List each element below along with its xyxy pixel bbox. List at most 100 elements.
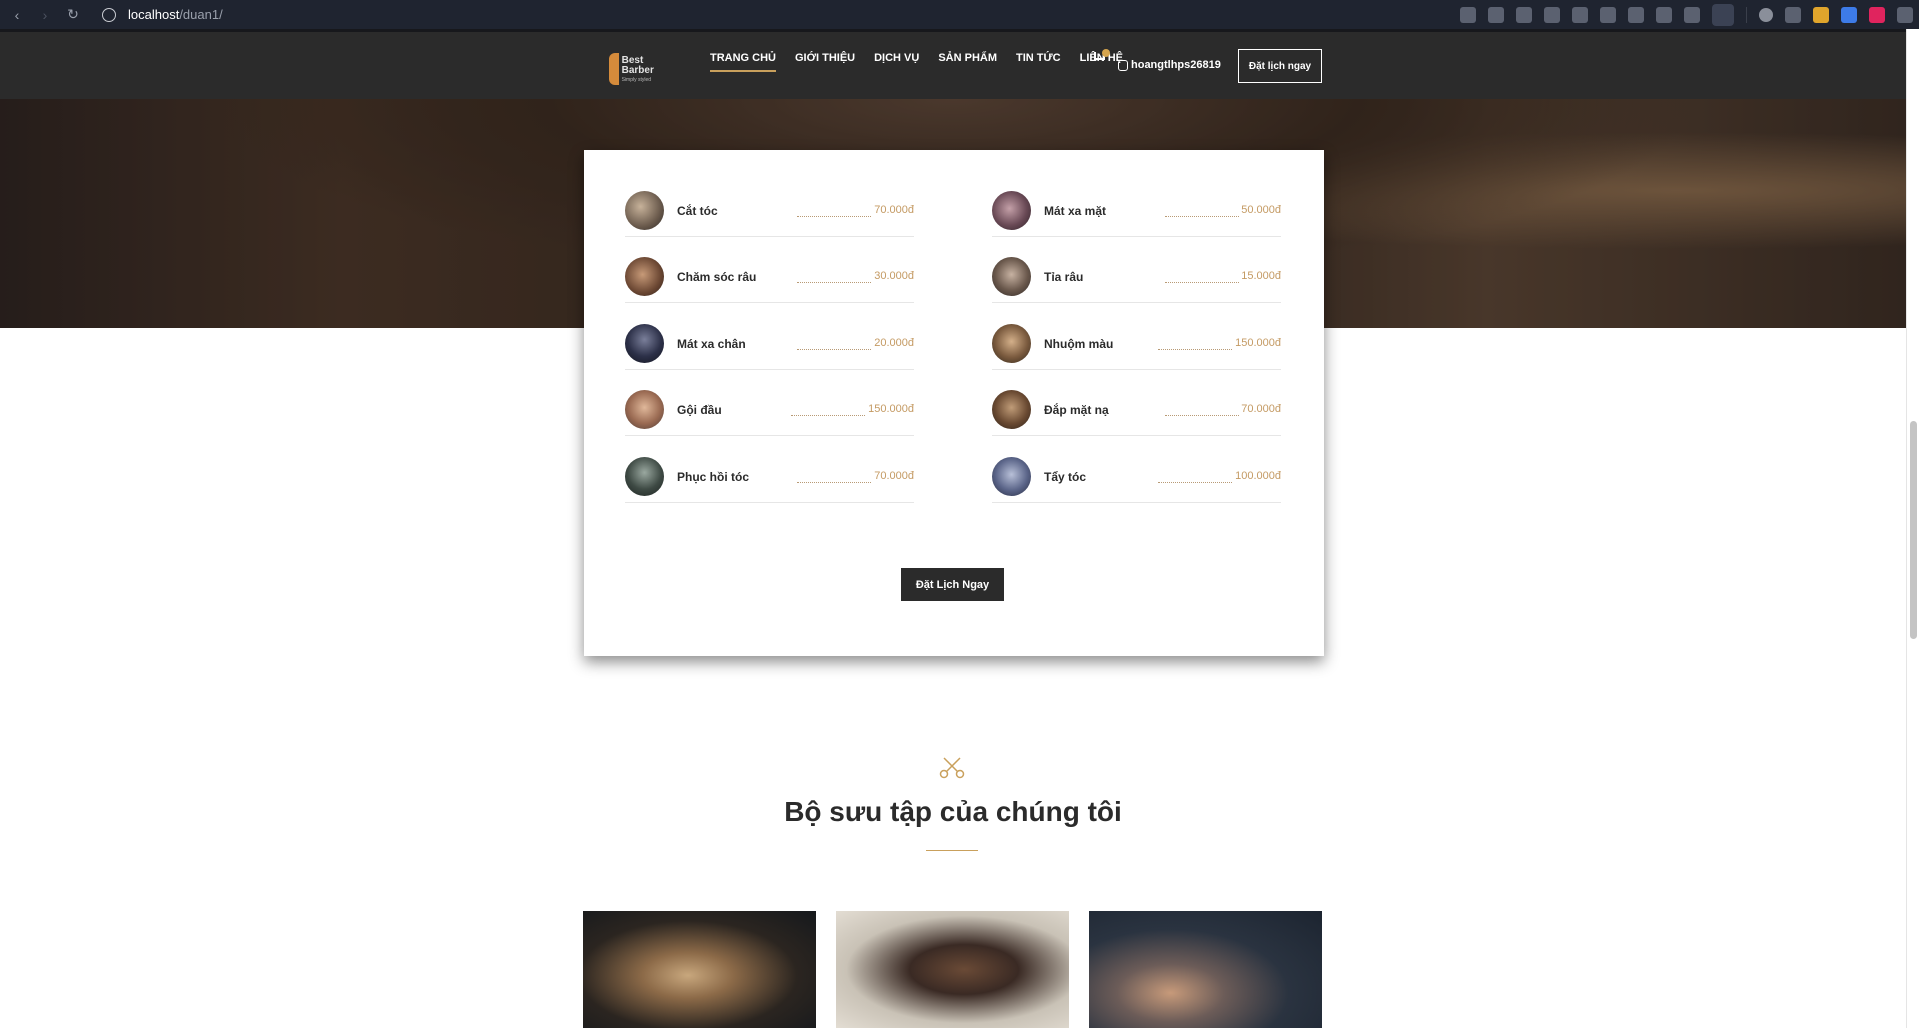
service-name: Nhuộm màu	[1044, 337, 1114, 351]
gallery-image[interactable]	[836, 911, 1069, 1028]
dotted-leader	[1165, 415, 1239, 416]
toolbar-divider	[1746, 6, 1747, 23]
main-nav: TRANG CHỦ GIỚI THIỆU DỊCH VỤ SẢN PHẨM TI…	[710, 52, 1142, 72]
list-item: Mát xa chân 20.000đ	[625, 304, 914, 370]
dotted-leader	[791, 415, 865, 416]
gallery-image[interactable]	[1089, 911, 1322, 1028]
heart-icon[interactable]	[1600, 6, 1616, 23]
book-now-button[interactable]: Đặt lịch ngay	[1238, 49, 1322, 83]
shield-icon[interactable]	[1544, 6, 1560, 23]
cart-badge	[1102, 49, 1110, 57]
react-devtools-icon[interactable]	[1785, 6, 1801, 23]
nav-news[interactable]: TIN TỨC	[1016, 52, 1061, 72]
edit-icon[interactable]	[1488, 6, 1504, 23]
user-account[interactable]: hoangtlhps26819	[1118, 59, 1221, 71]
package-icon[interactable]	[1897, 6, 1913, 23]
service-name: Chăm sóc râu	[677, 270, 757, 284]
dotted-leader	[797, 216, 871, 217]
list-item: Mát xa mặt 50.000đ	[992, 171, 1281, 237]
adblock-icon[interactable]	[1869, 6, 1885, 23]
service-image	[992, 324, 1031, 363]
dotted-leader	[1158, 349, 1232, 350]
price-list-card: Cắt tóc 70.000đ Chăm sóc râu 30.000đ Mát…	[584, 150, 1324, 656]
service-image	[625, 390, 664, 429]
service-price: 50.000đ	[1241, 204, 1281, 216]
service-name: Tỉa râu	[1044, 270, 1084, 284]
menu-icon[interactable]	[1684, 6, 1700, 23]
logo-subtitle: Simply styled	[621, 76, 652, 83]
play-icon[interactable]	[1572, 6, 1588, 23]
service-name: Gội đầu	[677, 403, 722, 417]
book-appointment-button[interactable]: Đặt Lịch Ngay	[901, 568, 1004, 601]
forward-icon[interactable]: ›	[34, 4, 56, 26]
logo-title: Best Barber	[621, 54, 654, 76]
service-image	[625, 324, 664, 363]
reload-icon[interactable]: ↻	[62, 4, 84, 26]
service-image	[992, 191, 1031, 230]
sidebar-icon[interactable]	[1656, 6, 1672, 23]
scrollbar-thumb[interactable]	[1910, 421, 1917, 639]
service-image	[625, 257, 664, 296]
list-item: Phục hồi tóc 70.000đ	[625, 437, 914, 503]
nav-products[interactable]: SẢN PHẨM	[938, 52, 997, 72]
logo-text: Best Barber Simply styled	[621, 54, 667, 83]
service-name: Tẩy tóc	[1044, 470, 1087, 484]
username: hoangtlhps26819	[1131, 59, 1221, 71]
site-info-icon[interactable]	[102, 7, 116, 22]
scissors-icon	[939, 757, 965, 779]
list-item: Nhuộm màu 150.000đ	[992, 304, 1281, 370]
url-path: /duan1/	[179, 7, 223, 22]
service-price: 30.000đ	[874, 270, 914, 282]
list-item: Đắp mặt nạ 70.000đ	[992, 370, 1281, 436]
dotted-leader	[1158, 482, 1232, 483]
list-item: Chăm sóc râu 30.000đ	[625, 237, 914, 303]
title-underline	[926, 850, 978, 851]
extension-tray	[1454, 0, 1919, 29]
address-bar[interactable]: localhost/duan1/	[102, 7, 223, 22]
site-logo[interactable]: Best Barber Simply styled	[609, 51, 667, 87]
gallery-image[interactable]	[583, 911, 816, 1028]
profile-icon[interactable]	[1712, 3, 1734, 26]
download-icon[interactable]	[1628, 6, 1644, 23]
back-icon[interactable]: ‹	[6, 4, 28, 26]
dotted-leader	[797, 482, 871, 483]
url-host: localhost	[128, 7, 180, 22]
cart-icon[interactable]	[1094, 49, 1110, 63]
user-icon	[1118, 59, 1128, 71]
dotted-leader	[1165, 216, 1239, 217]
service-price: 100.000đ	[1235, 470, 1281, 482]
section-title: Bộ sưu tập của chúng tôi	[784, 796, 1122, 827]
page-scrollbar[interactable]	[1906, 29, 1919, 1028]
list-item: Tỉa râu 15.000đ	[992, 237, 1281, 303]
camera-icon[interactable]	[1516, 6, 1532, 23]
service-name: Cắt tóc	[677, 204, 718, 218]
service-image	[992, 457, 1031, 496]
nav-home[interactable]: TRANG CHỦ	[710, 52, 776, 72]
extension-people-icon[interactable]	[1841, 6, 1857, 23]
service-image	[625, 457, 664, 496]
service-price: 20.000đ	[874, 337, 914, 349]
nav-services[interactable]: DỊCH VỤ	[874, 52, 919, 72]
service-image	[992, 257, 1031, 296]
service-price: 70.000đ	[1241, 403, 1281, 415]
service-price: 70.000đ	[874, 204, 914, 216]
list-item: Tẩy tóc 100.000đ	[992, 437, 1281, 503]
search-page-icon[interactable]	[1460, 6, 1476, 23]
extension-grid-icon[interactable]	[1813, 6, 1829, 23]
nav-about[interactable]: GIỚI THIỆU	[795, 52, 855, 72]
service-name: Đắp mặt nạ	[1044, 403, 1109, 417]
site-header: Best Barber Simply styled TRANG CHỦ GIỚI…	[0, 29, 1906, 99]
list-item: Cắt tóc 70.000đ	[625, 171, 914, 237]
list-item: Gội đầu 150.000đ	[625, 370, 914, 436]
service-price: 70.000đ	[874, 470, 914, 482]
service-image	[992, 390, 1031, 429]
service-image	[625, 191, 664, 230]
logo-mark	[609, 53, 619, 85]
service-price: 150.000đ	[1235, 337, 1281, 349]
dotted-leader	[1165, 282, 1239, 283]
service-price: 150.000đ	[868, 403, 914, 415]
service-name: Phục hồi tóc	[677, 470, 749, 484]
dotted-leader	[797, 282, 871, 283]
dotted-leader	[797, 349, 871, 350]
extension-dot-icon[interactable]	[1759, 7, 1773, 22]
